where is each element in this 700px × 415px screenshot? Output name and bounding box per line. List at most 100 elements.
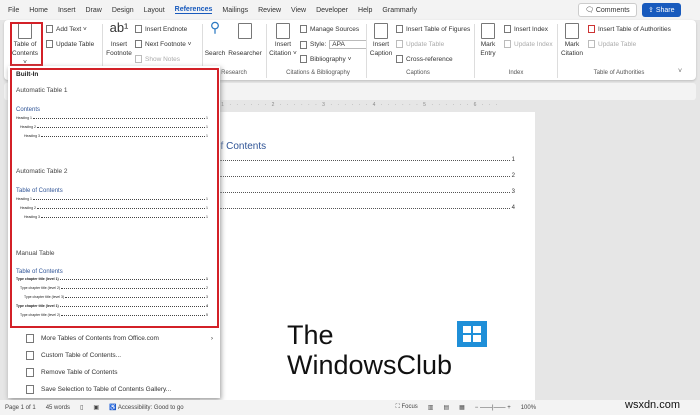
menu-item[interactable]: Remove Table of Contents	[26, 368, 221, 377]
zoom-slider[interactable]: − ——|—— +	[475, 405, 511, 411]
tab-review[interactable]: Review	[258, 7, 281, 14]
label: Insert Endnote	[145, 25, 188, 33]
insert-table-of-figures-button[interactable]: Insert Table of Figures	[396, 25, 470, 33]
tab-references[interactable]: References	[174, 6, 213, 14]
group-label: Captions	[406, 70, 430, 76]
label: Citation	[560, 50, 584, 57]
comments-label: Comments	[595, 6, 630, 14]
insert-table-of-authorities-button[interactable]: Insert Table of Authorities	[588, 25, 671, 33]
search-button[interactable]: ⚲ Search	[204, 20, 226, 58]
tab-design[interactable]: Design	[112, 7, 134, 14]
update-figures-button[interactable]: Update Table	[396, 40, 444, 48]
macro-icon[interactable]: ▣	[93, 404, 99, 411]
manage-sources-button[interactable]: Manage Sources	[300, 25, 359, 33]
collapse-ribbon-chevron-icon[interactable]: ˅	[678, 68, 682, 75]
next-footnote-button[interactable]: Next Footnote ˅	[135, 40, 191, 48]
web-layout-icon[interactable]: ▦	[459, 404, 465, 411]
comments-button[interactable]: 🗨 Comments	[578, 3, 637, 17]
tab-insert[interactable]: Insert	[58, 7, 76, 14]
label: Next Footnote ˅	[145, 40, 192, 48]
update-icon	[504, 40, 511, 48]
label: Insert Table of Figures	[406, 25, 471, 33]
insert-citation-button[interactable]: Insert Citation ˅	[268, 23, 298, 58]
divider	[266, 24, 267, 78]
tab-mailings[interactable]: Mailings	[222, 7, 248, 14]
tab-draw[interactable]: Draw	[85, 7, 101, 14]
toc-entry[interactable]: 11	[215, 157, 515, 163]
label: Caption	[369, 50, 393, 57]
researcher-button[interactable]: Researcher	[228, 23, 262, 58]
print-layout-icon[interactable]: ▤	[443, 404, 449, 411]
menu-item[interactable]: More Tables of Contents from Office.com ›	[26, 334, 221, 343]
group-label: Index	[508, 70, 524, 76]
word-count[interactable]: 45 words	[46, 405, 70, 411]
add-text-button[interactable]: Add Text ˅	[46, 25, 87, 33]
menu-item[interactable]: Save Selection to Table of Contents Gall…	[26, 385, 221, 394]
insert-caption-button[interactable]: Insert Caption	[368, 23, 394, 58]
accessibility-status[interactable]: ♿ Accessibility: Good to go	[109, 404, 184, 411]
tab-home[interactable]: Home	[29, 7, 48, 14]
label: Citation ˅	[269, 50, 297, 57]
insert-footnote-button[interactable]: ab¹ Insert Footnote	[104, 21, 134, 58]
divider	[366, 24, 367, 78]
toc-entry[interactable]: 22	[215, 173, 515, 179]
chevron-right-icon: ›	[210, 335, 213, 342]
tab-help[interactable]: Help	[358, 7, 372, 14]
insert-index-button[interactable]: Insert Index	[504, 25, 548, 33]
watermark: wsxdn.com	[625, 399, 681, 411]
group-label: Table of Authorities	[593, 70, 645, 76]
toc-entry[interactable]: 33	[215, 189, 515, 195]
tab-developer[interactable]: Developer	[316, 7, 348, 14]
label: Mark	[564, 41, 580, 48]
update-index-button[interactable]: Update Index	[504, 40, 553, 48]
page-number: 1	[511, 157, 515, 163]
focus-button[interactable]: ⛶ Focus	[396, 404, 418, 411]
style-value[interactable]: APA	[329, 40, 368, 49]
menu-item-label: Remove Table of Contents	[41, 369, 118, 376]
menu-item[interactable]: Custom Table of Contents...	[26, 351, 221, 360]
label: Show Notes	[145, 55, 181, 63]
show-notes-icon	[135, 55, 142, 63]
mark-citation-button[interactable]: Mark Citation	[559, 23, 585, 58]
share-button[interactable]: ⇪ Share	[642, 3, 681, 17]
read-mode-icon[interactable]: ▥	[428, 404, 434, 411]
bibliography-icon	[300, 55, 307, 63]
citation-icon	[276, 23, 290, 39]
svg-text:The: The	[287, 320, 334, 350]
update-authorities-button[interactable]: Update Table	[588, 40, 636, 48]
toc-entry[interactable]: 44	[215, 205, 515, 211]
page-number: 4	[511, 205, 515, 211]
divider	[557, 24, 558, 78]
menu-item-label: More Tables of Contents from Office.com	[41, 335, 159, 342]
ruler[interactable]: · · · 1 · · · · · · 2 · · · · · · 3 · · …	[200, 102, 540, 110]
mark-entry-button[interactable]: Mark Entry	[476, 23, 500, 58]
zoom-level[interactable]: 100%	[521, 405, 536, 411]
tab-file[interactable]: File	[8, 7, 19, 14]
tab-view[interactable]: View	[291, 7, 306, 14]
label: Insert Table of Authorities	[598, 25, 671, 33]
menu-item-label: Save Selection to Table of Contents Gall…	[41, 386, 172, 393]
page-count[interactable]: Page 1 of 1	[5, 405, 36, 411]
update-table-button[interactable]: Update Table	[46, 40, 94, 48]
label: Update Index	[514, 40, 553, 48]
label: Add Text ˅	[56, 25, 87, 33]
tab-grammarly[interactable]: Grammarly	[382, 7, 417, 14]
label: Update Table	[56, 40, 95, 48]
label: Bibliography ˅	[310, 55, 352, 63]
highlight-box	[10, 68, 219, 328]
bibliography-button[interactable]: Bibliography ˅	[300, 55, 351, 63]
proofing-icon[interactable]: ▯	[80, 404, 83, 411]
label: Mark	[480, 41, 496, 48]
insert-endnote-button[interactable]: Insert Endnote	[135, 25, 187, 33]
tab-layout[interactable]: Layout	[144, 7, 165, 14]
label: Search	[204, 50, 226, 57]
style-select[interactable]: Style: APA	[300, 40, 368, 49]
manage-sources-icon	[300, 25, 307, 33]
cross-reference-button[interactable]: Cross-reference	[396, 55, 453, 63]
label: Manage Sources	[310, 25, 360, 33]
style-icon	[300, 40, 307, 49]
show-notes-button[interactable]: Show Notes	[135, 55, 180, 63]
divider	[474, 24, 475, 78]
share-label: Share	[655, 6, 675, 14]
mark-entry-icon	[481, 23, 495, 39]
